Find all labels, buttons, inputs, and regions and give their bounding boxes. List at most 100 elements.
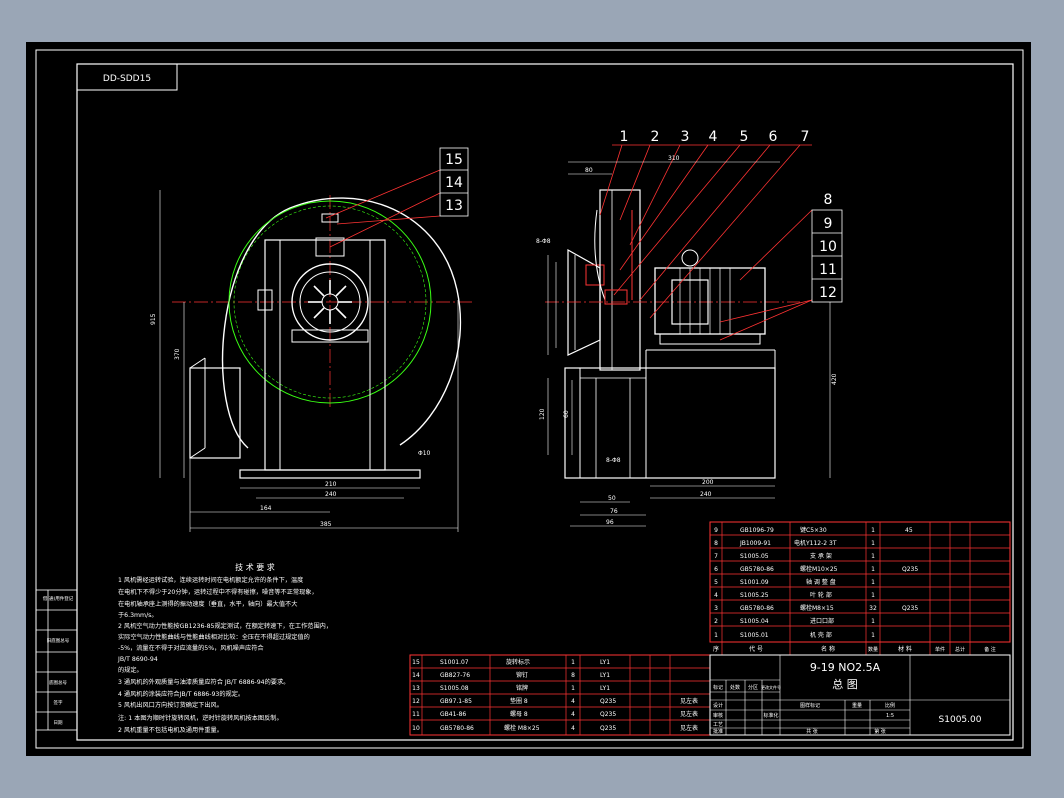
note-line: 在电机轴承座上测得的振动速度（垂直，水平，轴向）最大值不大 [118,600,297,608]
part-name: 螺栓M10×25 [800,565,838,573]
part-qty: 4 [571,711,575,718]
dim-240: 240 [325,491,337,498]
dim-phi10: Φ10 [418,450,431,457]
part-no: 6 [714,566,718,573]
part-name: 螺栓 M8×25 [504,724,540,732]
part-mat: LY1 [600,659,610,666]
header-cell: 备 注 [984,646,996,653]
part-mat: LY1 [600,672,610,679]
tb-label: 更改文件号 [761,684,781,690]
part-qty: 32 [869,605,877,612]
part-no: 13 [412,685,420,692]
part-name: 电机Y112-2 3T [794,539,837,547]
part-mat: Q235 [902,605,918,612]
part-note: 见左表 [680,710,698,718]
part-no: 8 [714,540,718,547]
note-line: 实际空气动力性能曲线与性能曲线相对比较：全压在不得超过规定值的 [118,633,310,641]
balloon-5: 5 [740,129,749,145]
part-qty: 8 [571,672,575,679]
note-line: -5%，流量在不得于对应流量的5%，风机噪声应符合 [118,644,264,652]
part-no: 11 [412,711,420,718]
part-qty: 1 [871,579,875,586]
balloon-8: 8 [824,192,833,208]
part-code: S1005.08 [440,685,469,692]
part-mat: Q235 [600,698,616,705]
dim-phi8: 8-Φ8 [536,238,551,245]
part-note: 见左表 [680,697,698,705]
part-code: S1001.09 [740,579,769,586]
part-no: 14 [412,672,420,679]
part-no: 5 [714,579,718,586]
part-no: 7 [714,553,718,560]
part-no: 1 [714,632,718,639]
part-code: JB1009-91 [739,540,771,547]
note-line: 4 通风机的涂装应符合JB/T 6886-93的规定。 [118,690,244,698]
dim-120: 120 [539,408,546,420]
cad-drawing: DD-SDD15 借(通)用件登记 旧底图总号 底图总号 签字 日期 915 3… [26,42,1031,756]
dim-164: 164 [260,505,272,512]
tb-role: 设计 [713,702,723,709]
part-name: 螺母 8 [510,710,528,718]
balloon-7: 7 [801,129,810,145]
balloon-11: 11 [819,262,837,278]
part-name: 垫圈 8 [510,697,528,705]
dim-210: 210 [325,481,337,488]
dim-240b: 240 [700,491,712,498]
part-mat: Q235 [600,711,616,718]
part-code: S1005.05 [740,553,769,560]
part-name: 轴 调 整 盘 [806,578,836,586]
tb-weight: 重量 [852,702,862,709]
part-code: GB41-86 [440,711,466,718]
header-cell: 代 号 [749,645,763,653]
part-name: 铭牌 [516,684,528,692]
tb-sheet-no: 第 张 [874,728,886,735]
side-label: 借(通)用件登记 [43,595,74,602]
tb-role: 批准 [713,728,723,735]
dim-50: 50 [608,495,616,502]
balloon-9: 9 [824,216,833,232]
part-code: S1005.04 [740,618,769,625]
tb-scale: 1:5 [886,713,894,719]
tb-label: 处数 [730,684,740,691]
side-label: 日期 [54,720,63,726]
dim-76: 76 [610,508,618,515]
dim-60: 60 [563,410,570,418]
tb-label: 分区 [748,684,758,691]
part-qty: 1 [871,632,875,639]
tb-ratio: 比例 [885,702,895,709]
part-name: 进口口部 [810,617,834,625]
header-cell: 材 料 [898,645,912,653]
balloon-6: 6 [769,129,778,145]
header-cell: 序 [713,645,719,653]
part-no: 15 [412,659,420,666]
drawing-title-2: 总 图 [832,677,858,691]
tech-notes-heading: 技 术 要 求 [235,562,275,572]
dim-385: 385 [320,521,332,528]
balloon-2: 2 [651,129,660,145]
part-qty: 1 [871,566,875,573]
header-cell: 单件 [935,646,945,653]
dim-200: 200 [702,479,714,486]
drawing-title-1: 9-19 NO2.5A [810,661,881,674]
tb-label: 标记 [713,684,723,691]
note-line: 在电机下不得少于20分钟，运转过程中不得有碰擦，噪音等不正常现象， [118,588,318,596]
part-name: 键C5×30 [800,526,827,534]
note-line: 的规定。 [118,666,143,674]
side-label: 底图总号 [49,679,67,686]
dim-370: 370 [174,348,181,360]
part-qty: 4 [571,725,575,732]
balloon-10: 10 [819,239,837,255]
dim-80: 80 [585,167,593,174]
header-cell: 数量 [868,646,878,653]
part-no: 3 [714,605,718,612]
dim-915: 915 [150,313,157,325]
side-label: 签字 [54,699,63,706]
note-line: 1 风机需经运转试验，连续运转时间在电机额定允许的条件下，温度 [118,576,303,584]
note-line: 2 风机重量不包括电机及通用件重量。 [118,726,223,734]
part-note: 见左表 [680,724,698,732]
note-line: 2 风机空气动力性能按GB1236-85规定测试，在额定转速下，在工作范围内， [118,622,332,630]
part-qty: 1 [871,592,875,599]
header-cell: 名 称 [821,645,835,653]
part-code: S1001.07 [440,659,469,666]
part-code: GB5780-86 [740,566,774,573]
